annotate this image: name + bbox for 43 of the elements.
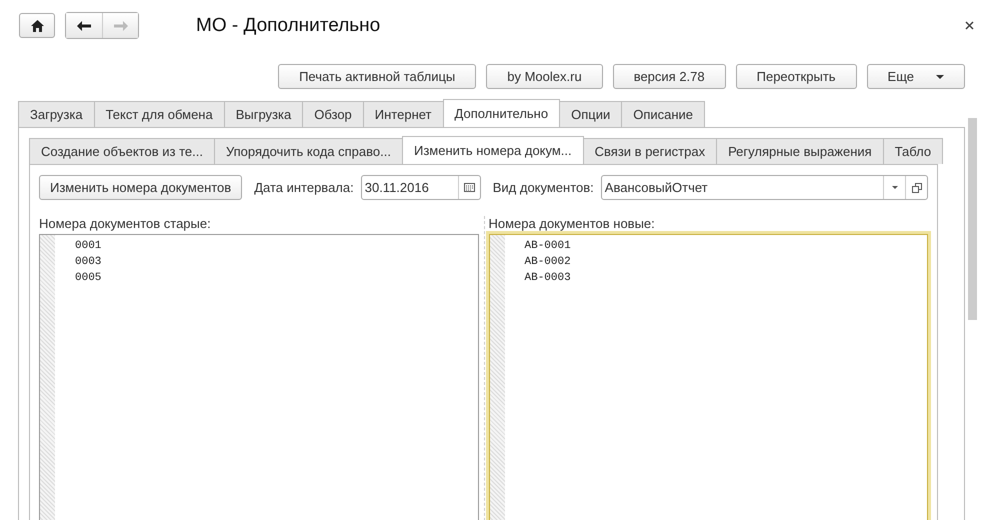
toolbar-button[interactable]: Печать активной таблицы [278, 64, 476, 89]
editor-label: Номера документов старые: [39, 216, 212, 233]
editor-line: 0003 [75, 255, 102, 270]
calendar-icon [464, 183, 475, 192]
editor-line: 0001 [75, 239, 102, 254]
tab[interactable]: Обзор [302, 101, 364, 127]
toolbar-button[interactable]: версия 2.78 [612, 64, 726, 89]
editor-line: АВ-0001 [524, 239, 571, 254]
close-icon[interactable] [965, 21, 974, 30]
toolbar-button[interactable]: Переоткрыть [736, 64, 857, 89]
window-title: МО - Дополнительно [196, 14, 380, 36]
editor-label: Номера документов новые: [488, 216, 656, 233]
tab[interactable]: Табло [882, 138, 944, 164]
editor-line: АВ-0002 [524, 255, 571, 270]
tab[interactable]: Загрузка [18, 101, 95, 127]
tab[interactable]: Упорядочить кода справо... [214, 138, 403, 164]
editor-line: АВ-0003 [524, 271, 571, 286]
forward-arrow-icon [114, 20, 128, 30]
tab[interactable]: Связи в регистрах [582, 138, 718, 164]
caret-icon [936, 74, 944, 78]
tab[interactable]: Регулярные выражения [716, 138, 884, 164]
tab[interactable]: Опции [559, 101, 622, 127]
tab[interactable]: Интернет [362, 101, 444, 127]
open-window-icon [912, 182, 922, 192]
text-editor[interactable]: АВ-0001 АВ-0002 АВ-0003 [488, 234, 928, 520]
tab[interactable]: Текст для обмена [94, 101, 225, 127]
change-numbers-button[interactable]: Изменить номера документов [39, 175, 242, 200]
toolbar-button[interactable]: Еще [866, 64, 965, 89]
dropdown-caret-icon [892, 186, 898, 189]
home-icon [30, 20, 44, 32]
document-kind-label: Вид документов: [492, 180, 594, 195]
back-button[interactable] [66, 13, 102, 38]
date-field[interactable]: 30.11.2016 [360, 175, 481, 200]
editor-line: 0005 [75, 271, 102, 286]
tab[interactable]: Описание [621, 101, 706, 127]
date-label: Дата интервала: [254, 180, 354, 195]
document-kind-field[interactable]: АвансовыйОтчет [600, 175, 928, 200]
tab[interactable]: Выгрузка [224, 101, 304, 127]
tab[interactable]: Создание объектов из те... [29, 138, 215, 164]
back-arrow-icon [77, 20, 91, 30]
home-button[interactable] [19, 13, 55, 38]
text-editor[interactable]: 0001 0003 0005 [39, 234, 478, 520]
toolbar-button[interactable]: by Moolex.ru [486, 64, 603, 89]
